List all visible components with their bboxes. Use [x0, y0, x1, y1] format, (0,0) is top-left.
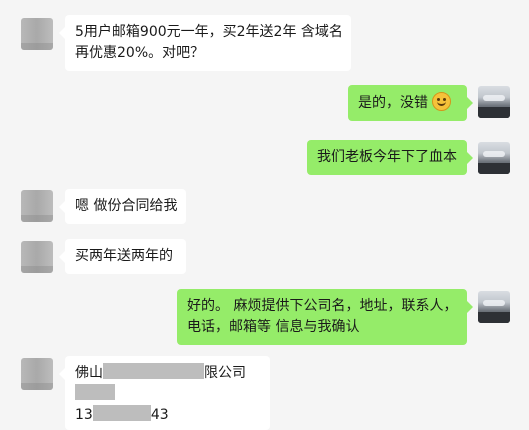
redacted-block [103, 363, 204, 379]
message-text: 是的，没错 [358, 95, 428, 111]
message-bubble: 买两年送两年的 [59, 239, 186, 274]
smiley-emoji-icon [432, 92, 451, 111]
contact-avatar[interactable] [21, 358, 53, 390]
company-name-suffix: 限公司 [204, 365, 246, 381]
phone-prefix: 13 [75, 407, 93, 423]
contact-avatar[interactable] [21, 190, 53, 222]
message-text: 我们老板今年下了血本 [317, 149, 457, 165]
user-avatar[interactable] [478, 291, 510, 323]
phone-suffix: 43 [150, 407, 169, 423]
message-text: 买两年送两年的 [75, 248, 173, 264]
user-avatar[interactable] [478, 142, 510, 174]
message-text-line: 电话，邮箱等 信息与我确认 [187, 319, 360, 335]
redacted-block [92, 405, 151, 421]
message-bubble: 佛山 限公司 13 43 [59, 356, 270, 430]
message-text-line: 5用户邮箱900元一年，买2年送2年 含域名 [75, 24, 343, 40]
message-text-line: 好的。 麻烦提供下公司名，地址，联系人， [187, 298, 458, 314]
message-bubble: 我们老板今年下了血本 [307, 140, 473, 175]
company-name-prefix: 佛山 [75, 365, 103, 381]
message-bubble: 5用户邮箱900元一年，买2年送2年 含域名 再优惠20%。对吧？ [59, 15, 351, 71]
redacted-block [75, 384, 115, 400]
message-bubble: 是的，没错 [348, 85, 473, 121]
contact-avatar[interactable] [21, 18, 53, 50]
user-avatar[interactable] [478, 86, 510, 118]
message-text-line: 再优惠20%。对吧？ [75, 45, 205, 61]
message-bubble: 嗯 做份合同给我 [59, 189, 186, 224]
message-text: 嗯 做份合同给我 [75, 198, 178, 214]
contact-avatar[interactable] [21, 241, 53, 273]
message-bubble: 好的。 麻烦提供下公司名，地址，联系人， 电话，邮箱等 信息与我确认 [177, 289, 473, 345]
